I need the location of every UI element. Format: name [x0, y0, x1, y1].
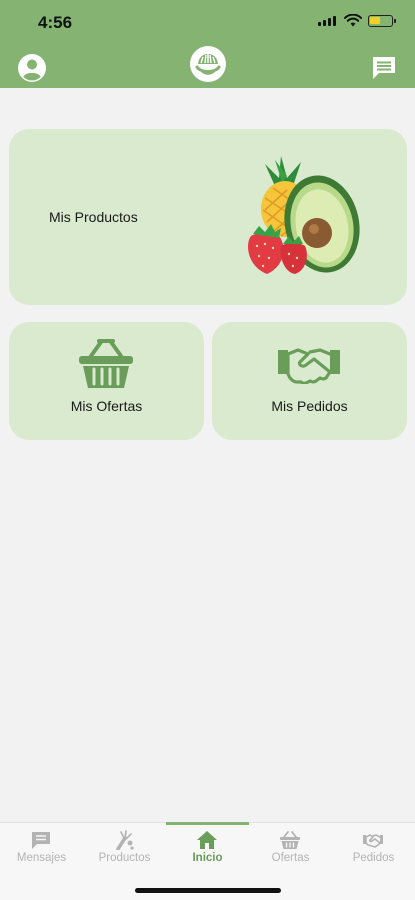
mis-ofertas-label: Mis Ofertas	[70, 398, 143, 414]
wifi-icon	[344, 14, 362, 27]
tab-pedidos[interactable]: Pedidos	[332, 823, 415, 879]
tab-inicio[interactable]: Inicio	[166, 823, 249, 879]
status-time: 4:56	[38, 13, 73, 32]
message-icon	[32, 832, 50, 849]
fruit-illustration	[248, 156, 360, 274]
tab-label: Inicio	[192, 852, 223, 864]
mis-productos-card[interactable]: Mis Productos	[9, 129, 407, 305]
message-icon[interactable]	[370, 54, 398, 82]
leaf-logo-icon	[190, 46, 226, 82]
produce-icon	[116, 830, 134, 850]
tab-label: Mensajes	[16, 852, 67, 864]
battery-icon	[368, 15, 396, 27]
basket-icon	[280, 831, 300, 849]
tab-label: Productos	[98, 852, 151, 864]
handshake-icon	[278, 348, 340, 384]
tab-label: Ofertas	[271, 852, 310, 864]
basket-icon	[79, 339, 133, 388]
home-icon	[197, 831, 217, 849]
handshake-icon	[363, 834, 383, 848]
tab-ofertas[interactable]: Ofertas	[249, 823, 332, 879]
user-circle-icon[interactable]	[17, 53, 47, 83]
mis-productos-label: Mis Productos	[49, 209, 138, 225]
status-bar: 4:56	[0, 0, 415, 44]
tab-label: Pedidos	[352, 852, 395, 864]
tab-mensajes[interactable]: Mensajes	[0, 823, 83, 879]
home-indicator	[135, 888, 281, 893]
mis-pedidos-label: Mis Pedidos	[271, 398, 348, 414]
mis-pedidos-card[interactable]: Mis Pedidos	[212, 322, 407, 440]
app-header: 4:56	[0, 0, 415, 88]
tab-productos[interactable]: Productos	[83, 823, 166, 879]
mis-ofertas-card[interactable]: Mis Ofertas	[9, 322, 204, 440]
cellular-signal-icon	[318, 16, 336, 26]
